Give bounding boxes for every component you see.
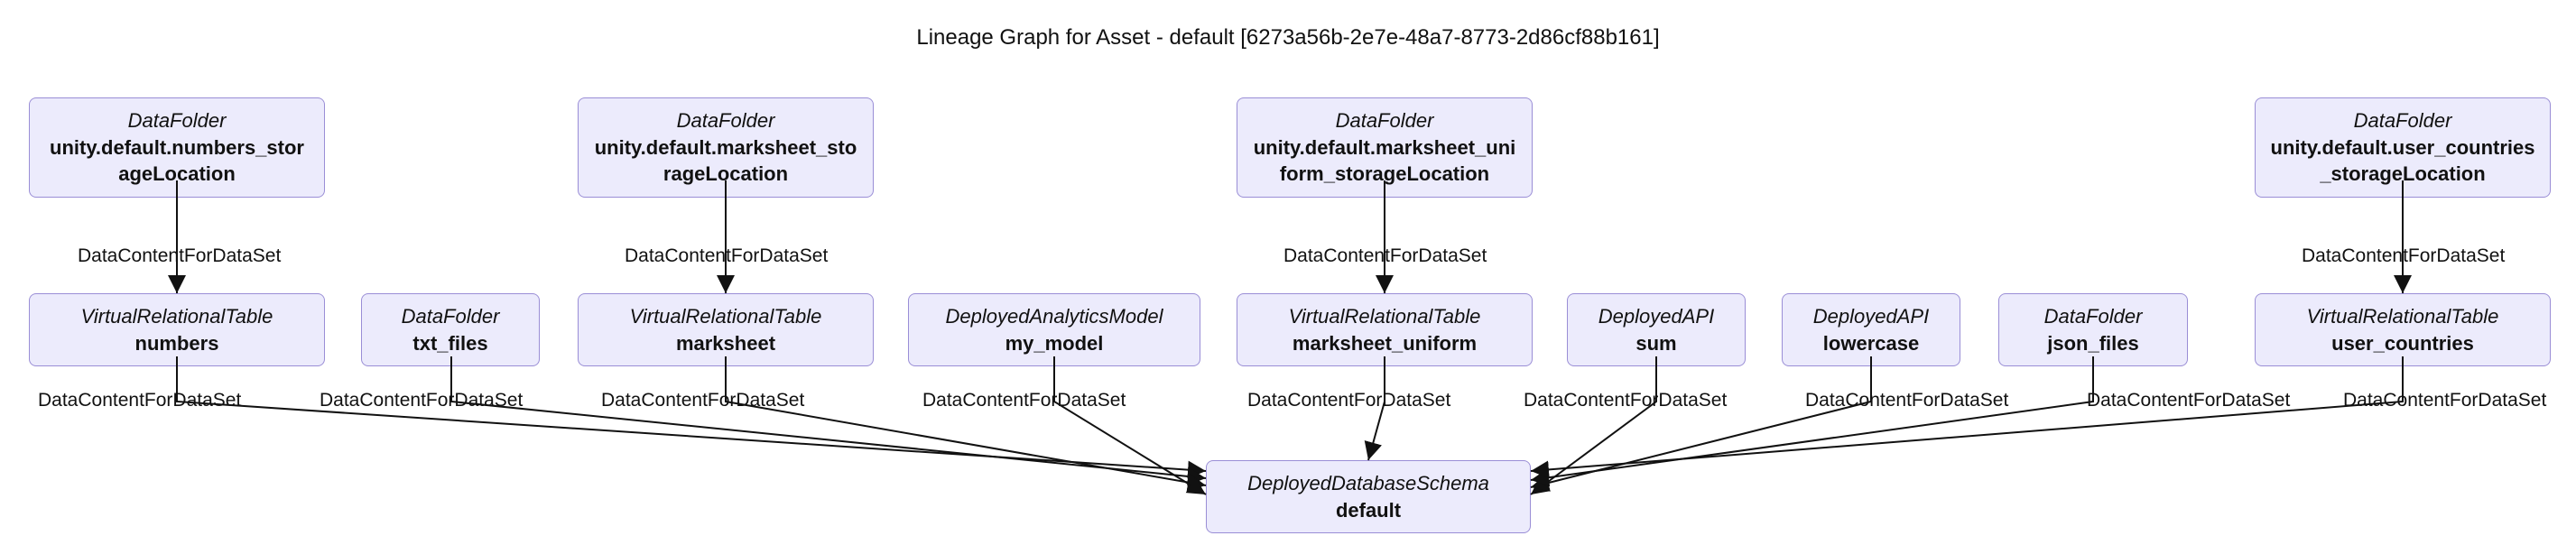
node-name: sum: [1582, 330, 1730, 357]
node-type: DataFolder: [1252, 107, 1517, 134]
edge-label: DataContentForDataSet: [1803, 390, 2010, 411]
node-tbl-user-countries[interactable]: VirtualRelationalTable user_countries: [2255, 293, 2551, 366]
edge-label: DataContentForDataSet: [921, 390, 1127, 411]
node-tbl-marksheet[interactable]: VirtualRelationalTable marksheet: [578, 293, 874, 366]
edge-label: DataContentForDataSet: [318, 390, 524, 411]
edge-label: DataContentForDataSet: [2341, 390, 2548, 411]
lineage-canvas: DataFolder unity.default.numbers_storage…: [0, 0, 2576, 545]
node-folder-marksheet-uniform[interactable]: DataFolder unity.default.marksheet_unifo…: [1237, 97, 1533, 198]
node-type: DeployedAnalyticsModel: [923, 303, 1185, 330]
node-name: json_files: [2014, 330, 2173, 357]
edge-label: DataContentForDataSet: [1522, 390, 1728, 411]
node-type: VirtualRelationalTable: [2270, 303, 2535, 330]
node-name: user_countries: [2270, 330, 2535, 357]
node-name: unity.default.numbers_storageLocation: [44, 134, 310, 188]
node-type: VirtualRelationalTable: [44, 303, 310, 330]
node-type: DataFolder: [593, 107, 858, 134]
node-type: VirtualRelationalTable: [593, 303, 858, 330]
edge-label: DataContentForDataSet: [36, 390, 243, 411]
node-folder-user-countries[interactable]: DataFolder unity.default.user_countries_…: [2255, 97, 2551, 198]
node-name: default: [1221, 497, 1515, 524]
node-name: marksheet: [593, 330, 858, 357]
node-type: DeployedAPI: [1582, 303, 1730, 330]
node-name: marksheet_uniform: [1252, 330, 1517, 357]
node-name: my_model: [923, 330, 1185, 357]
node-folder-marksheet[interactable]: DataFolder unity.default.marksheet_stora…: [578, 97, 874, 198]
edge-label: DataContentForDataSet: [599, 390, 806, 411]
edge-label: DataContentForDataSet: [1282, 245, 1488, 267]
node-folder-numbers[interactable]: DataFolder unity.default.numbers_storage…: [29, 97, 325, 198]
node-type: VirtualRelationalTable: [1252, 303, 1517, 330]
node-tbl-numbers[interactable]: VirtualRelationalTable numbers: [29, 293, 325, 366]
node-type: DataFolder: [376, 303, 524, 330]
node-type: DataFolder: [44, 107, 310, 134]
node-type: DataFolder: [2014, 303, 2173, 330]
edge-label: DataContentForDataSet: [76, 245, 283, 267]
node-folder-json[interactable]: DataFolder json_files: [1998, 293, 2188, 366]
node-api-sum[interactable]: DeployedAPI sum: [1567, 293, 1746, 366]
node-type: DeployedAPI: [1797, 303, 1945, 330]
node-type: DeployedDatabaseSchema: [1221, 470, 1515, 497]
edge-label: DataContentForDataSet: [1246, 390, 1452, 411]
node-name: txt_files: [376, 330, 524, 357]
node-name: unity.default.marksheet_storageLocation: [593, 134, 858, 188]
node-name: unity.default.user_countries_storageLoca…: [2270, 134, 2535, 188]
node-schema-default[interactable]: DeployedDatabaseSchema default: [1206, 460, 1531, 533]
edge-label: DataContentForDataSet: [2085, 390, 2292, 411]
node-name: lowercase: [1797, 330, 1945, 357]
node-folder-txt[interactable]: DataFolder txt_files: [361, 293, 540, 366]
edge-label: DataContentForDataSet: [2300, 245, 2507, 267]
node-name: unity.default.marksheet_uniform_storageL…: [1252, 134, 1517, 188]
edge-label: DataContentForDataSet: [623, 245, 829, 267]
node-model-my[interactable]: DeployedAnalyticsModel my_model: [908, 293, 1200, 366]
node-name: numbers: [44, 330, 310, 357]
node-api-lowercase[interactable]: DeployedAPI lowercase: [1782, 293, 1960, 366]
node-type: DataFolder: [2270, 107, 2535, 134]
node-tbl-marksheet-uniform[interactable]: VirtualRelationalTable marksheet_uniform: [1237, 293, 1533, 366]
